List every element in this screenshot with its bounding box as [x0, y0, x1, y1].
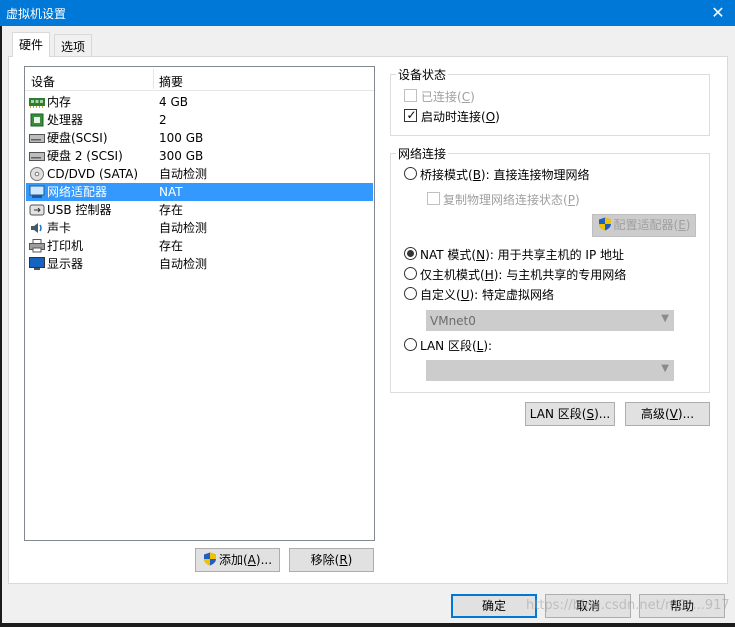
- device-row-memory[interactable]: 内存 4 GB: [25, 93, 374, 111]
- device-name: 声卡: [47, 221, 72, 235]
- connected-checkbox[interactable]: [404, 89, 417, 102]
- device-row-cd-dvd[interactable]: CD/DVD (SATA) 自动检测: [25, 165, 374, 183]
- checkmark-icon: ✓: [406, 108, 417, 122]
- add-button-accel: A: [247, 553, 256, 567]
- device-summary: 300 GB: [159, 149, 204, 163]
- usb-icon: [29, 204, 45, 216]
- device-row-usb-controller[interactable]: USB 控制器 存在: [25, 201, 374, 219]
- remove-button-accel: R: [339, 553, 348, 567]
- device-summary: 自动检测: [159, 257, 208, 271]
- tab-options[interactable]: 选项: [54, 34, 93, 56]
- chevron-down-icon: ▼: [661, 313, 669, 324]
- printer-icon: [29, 239, 45, 253]
- device-list-header: 设备 摘要: [25, 67, 374, 91]
- device-row-printer[interactable]: 打印机 存在: [25, 237, 374, 255]
- sound-card-icon: [31, 223, 42, 233]
- device-row-hard-disk-scsi[interactable]: 硬盘(SCSI) 100 GB: [25, 129, 374, 147]
- memory-icon: [29, 98, 45, 108]
- device-name: 显示器: [47, 257, 84, 271]
- replicate-state-label: 复制物理网络连接状态(P): [443, 193, 580, 207]
- window-bottom-edge: [0, 623, 735, 627]
- close-icon[interactable]: ✕: [701, 0, 735, 26]
- hard-disk-icon: [29, 152, 45, 161]
- custom-network-dropdown[interactable]: VMnet0 ▼: [426, 310, 674, 331]
- cd-dvd-icon: [30, 167, 44, 181]
- tab-hardware[interactable]: 硬件: [12, 32, 51, 57]
- bridged-radio[interactable]: [404, 167, 417, 180]
- processor-icon: [30, 113, 44, 127]
- device-name: 内存: [47, 95, 72, 109]
- device-status-group: [390, 74, 710, 136]
- column-header-device[interactable]: 设备: [31, 73, 55, 90]
- configure-adapters-button[interactable]: 配置适配器(E): [592, 214, 696, 237]
- title-bar: 虚拟机设置 ✕: [0, 0, 735, 26]
- lan-segment-label: LAN 区段(L):: [420, 339, 493, 353]
- device-summary: 4 GB: [159, 95, 188, 109]
- connected-label: 已连接(C): [421, 90, 475, 104]
- bridged-label: 桥接模式(B): 直接连接物理网络: [420, 168, 590, 182]
- device-status-title: 设备状态: [396, 66, 449, 83]
- uac-shield-icon: [203, 552, 216, 566]
- window-title: 虚拟机设置: [6, 7, 67, 21]
- host-only-label: 仅主机模式(H): 与主机共享的专用网络: [420, 268, 627, 282]
- lan-segment-radio[interactable]: [404, 338, 417, 351]
- uac-shield-icon: [598, 217, 611, 231]
- host-only-radio[interactable]: [404, 267, 417, 280]
- device-summary: 存在: [159, 239, 184, 253]
- lan-segments-button[interactable]: LAN 区段(S)...: [525, 402, 615, 426]
- advanced-button[interactable]: 高级(V)...: [625, 402, 710, 426]
- radio-selected-dot: [407, 250, 414, 257]
- add-button-ellipsis: ...: [260, 553, 273, 567]
- device-summary: NAT: [159, 185, 183, 199]
- add-button-label: 添加: [218, 553, 243, 567]
- connect-at-power-on-checkbox[interactable]: ✓: [404, 108, 417, 122]
- hard-disk-icon: [29, 134, 45, 143]
- device-summary: 存在: [159, 203, 184, 217]
- device-summary: 自动检测: [159, 221, 208, 235]
- column-header-summary[interactable]: 摘要: [159, 73, 183, 90]
- device-row-processor[interactable]: 处理器 2: [25, 111, 374, 129]
- network-connection-title: 网络连接: [396, 145, 449, 162]
- chevron-down-icon: ▼: [661, 363, 669, 374]
- help-button[interactable]: 帮助: [639, 594, 725, 618]
- remove-button[interactable]: 移除(R): [289, 548, 374, 572]
- lan-segment-dropdown[interactable]: ▼: [426, 360, 674, 381]
- nat-radio[interactable]: [404, 247, 417, 260]
- display-icon: [29, 257, 45, 270]
- device-row-sound-card[interactable]: 声卡 自动检测: [25, 219, 374, 237]
- device-row-display[interactable]: 显示器 自动检测: [25, 255, 374, 273]
- replicate-state-checkbox[interactable]: [427, 192, 440, 205]
- device-summary: 自动检测: [159, 167, 208, 181]
- connect-at-power-on-label: 启动时连接(O): [421, 110, 500, 124]
- custom-radio[interactable]: [404, 287, 417, 300]
- add-button[interactable]: 添加(A)...: [195, 548, 280, 572]
- device-name: 打印机: [47, 239, 84, 253]
- network-adapter-icon: [29, 185, 45, 198]
- device-list[interactable]: 设备 摘要 内存 4 GB 处理器 2 硬盘(SCSI) 100 GB 硬盘 2…: [24, 66, 375, 541]
- custom-network-value: VMnet0: [430, 314, 476, 328]
- device-summary: 100 GB: [159, 131, 204, 145]
- device-name: USB 控制器: [47, 203, 112, 217]
- device-name: 处理器: [47, 113, 84, 127]
- custom-label: 自定义(U): 特定虚拟网络: [420, 288, 555, 302]
- nat-label: NAT 模式(N): 用于共享主机的 IP 地址: [420, 248, 625, 262]
- window-left-edge: [0, 26, 2, 627]
- cancel-button[interactable]: 取消: [545, 594, 631, 618]
- device-name: 硬盘 2 (SCSI): [47, 149, 123, 163]
- ok-button[interactable]: 确定: [451, 594, 537, 618]
- device-name: CD/DVD (SATA): [47, 167, 139, 181]
- device-summary: 2: [159, 113, 167, 127]
- remove-button-label: 移除: [310, 553, 335, 567]
- column-separator[interactable]: [153, 69, 154, 89]
- device-row-network-adapter[interactable]: 网络适配器 NAT: [26, 183, 373, 201]
- device-name: 网络适配器: [47, 185, 108, 199]
- device-row-hard-disk-2[interactable]: 硬盘 2 (SCSI) 300 GB: [25, 147, 374, 165]
- device-name: 硬盘(SCSI): [47, 131, 108, 145]
